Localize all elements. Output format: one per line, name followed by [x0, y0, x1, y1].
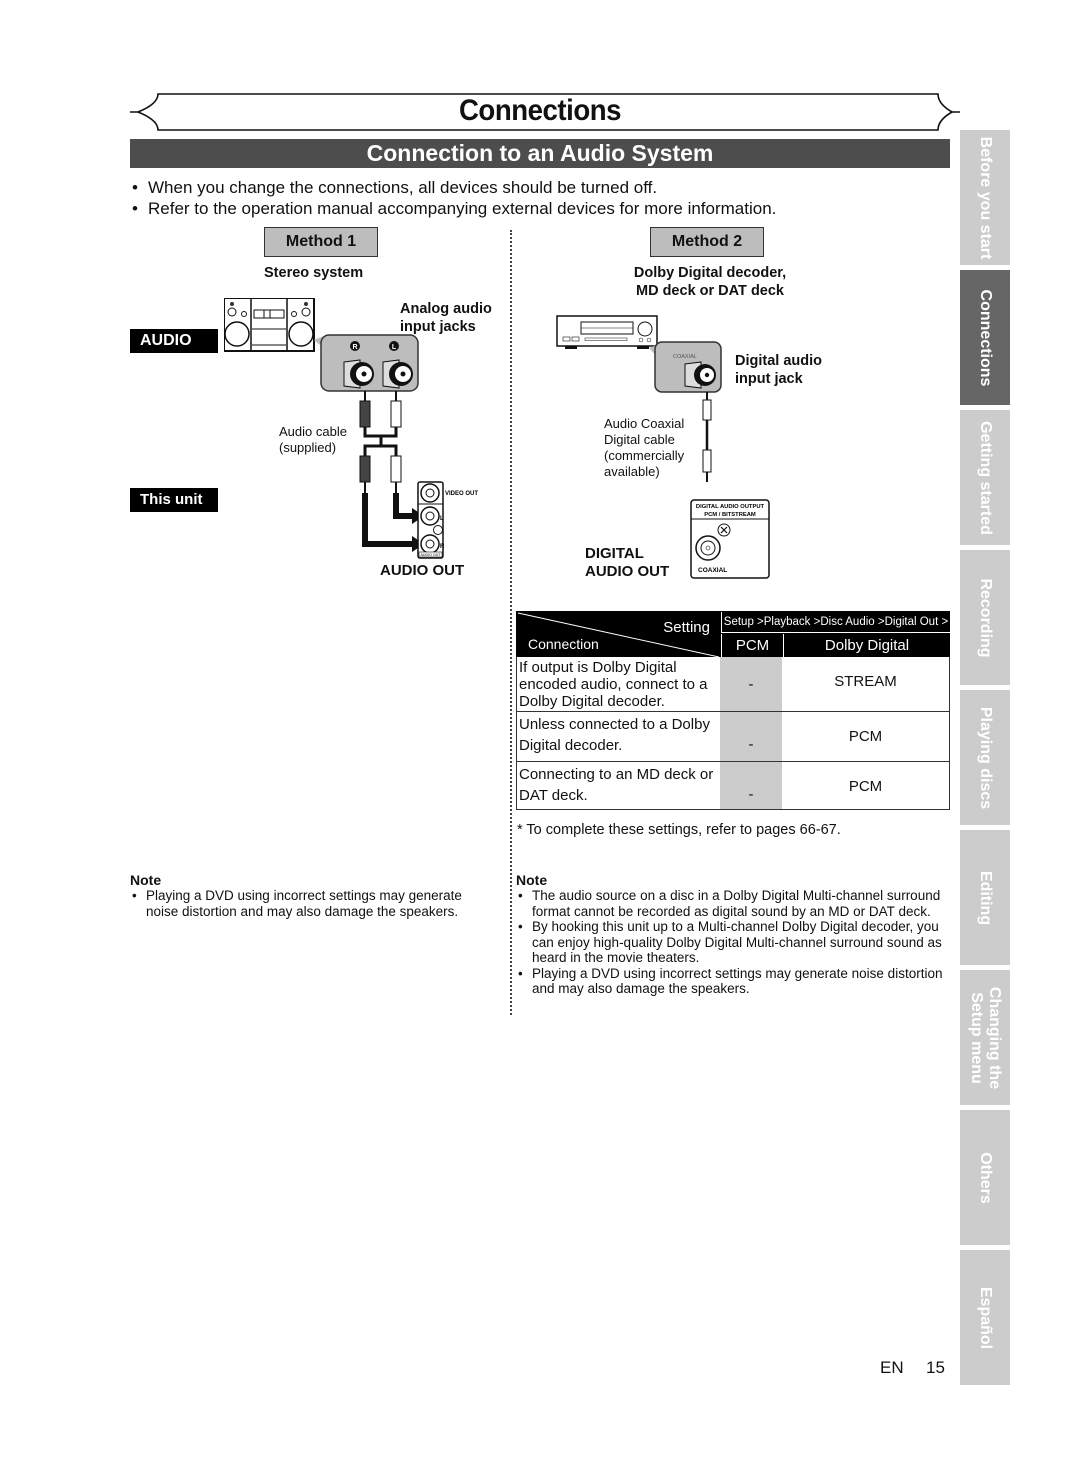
cell-dolby: STREAM	[834, 673, 897, 690]
coaxial-cable-icon	[702, 392, 712, 482]
section-title: Connection to an Audio System	[130, 139, 950, 168]
side-tab-label: Playing discs	[977, 706, 994, 809]
cell-connection: Unless connected to a Dolby Digital deco…	[519, 716, 710, 754]
intro-bullet: When you change the connections, all dev…	[130, 177, 776, 198]
side-tab-recording[interactable]: Recording	[960, 550, 1010, 685]
note-item: By hooking this unit up to a Multi-chann…	[516, 919, 948, 966]
cell-dolby: PCM	[848, 778, 883, 795]
digital-audio-out-line: AUDIO OUT	[585, 563, 670, 580]
column-header-pcm: PCM	[721, 634, 783, 657]
header-setting: Setting	[663, 619, 710, 636]
coaxial-cable-label-line: Audio Coaxial	[604, 416, 685, 431]
stereo-system-icon	[224, 298, 315, 352]
digital-jack-label-line: Digital audio	[735, 353, 822, 369]
method1-diagram: R L VIDEO OUT L R AUDIO OUT	[224, 298, 478, 559]
coaxial-cable-label-line: (commercially	[604, 448, 685, 463]
side-tab-changing-setup-menu[interactable]: Changing the Setup menu	[960, 970, 1010, 1105]
audio-out-label: AUDIO OUT	[380, 562, 465, 579]
audio-cable-icon	[359, 391, 424, 552]
note-left: Note Playing a DVD using incorrect setti…	[130, 872, 490, 919]
note-item: The audio source on a disc in a Dolby Di…	[516, 888, 948, 919]
method2-label: Method 2	[650, 227, 764, 257]
side-tab-label: Connections	[977, 289, 994, 386]
side-tab-editing[interactable]: Editing	[960, 830, 1010, 965]
audio-cable-label: Audio cable (supplied)	[279, 424, 347, 456]
side-tab-label: Getting started	[977, 420, 994, 535]
side-tab-playing-discs[interactable]: Playing discs	[960, 690, 1010, 825]
svg-text:R: R	[352, 344, 357, 351]
side-tab-label: Editing	[977, 870, 994, 925]
side-tab-label: Español	[977, 1286, 994, 1349]
side-tab-label: Others	[977, 1151, 994, 1204]
column-header-dolby-digital: Dolby Digital	[783, 634, 950, 657]
cell-connection: Connecting to an MD deck or DAT deck.	[519, 766, 714, 804]
table-row: If output is Dolby Digital encoded audio…	[516, 657, 950, 712]
panel-l-tag: L	[440, 516, 444, 522]
intro-bullets: When you change the connections, all dev…	[130, 177, 776, 219]
language-code: EN	[880, 1358, 904, 1377]
panel-audio-out-tag: AUDIO OUT	[421, 553, 442, 557]
coaxial-cable-label-line: Digital cable	[604, 432, 675, 447]
menu-path: Setup >Playback >Disc Audio >Digital Out…	[721, 612, 950, 633]
digital-jack-label-line: input jack	[735, 371, 803, 387]
table-row: Unless connected to a Dolby Digital deco…	[516, 712, 950, 762]
method1-device-name: Stereo system	[264, 265, 364, 281]
panel-title-line: PCM / BITSTREAM	[704, 512, 756, 518]
note-item: Playing a DVD using incorrect settings m…	[130, 888, 490, 919]
note-item: Playing a DVD using incorrect settings m…	[516, 966, 948, 997]
this-unit-tag: This unit	[130, 488, 218, 512]
side-tab-label: Before you start	[977, 136, 994, 259]
audio-cable-label-line: (supplied)	[279, 440, 337, 455]
svg-text:L: L	[392, 344, 397, 351]
cell-dolby: PCM	[848, 728, 883, 745]
analog-jacks-label-line: Analog audio	[400, 301, 492, 317]
page-number: 15	[926, 1358, 945, 1377]
side-tab-others[interactable]: Others	[960, 1110, 1010, 1245]
audio-device-tag: AUDIO	[130, 329, 218, 353]
digital-jack-label: Digital audio input jack	[735, 352, 822, 388]
table-row: Connecting to an MD deck or DAT deck. - …	[516, 762, 950, 810]
digital-audio-out-label: DIGITAL AUDIO OUT	[585, 545, 669, 581]
cell-pcm: -	[720, 712, 782, 761]
page-banner-title: Connections	[458, 94, 622, 127]
analog-jacks-label-line: input jacks	[400, 319, 476, 335]
side-tab-label: Changing the Setup menu	[968, 986, 1003, 1089]
table-header: Setting Connection Setup >Playback >Disc…	[516, 611, 950, 657]
analog-jacks-label: Analog audio input jacks	[400, 300, 492, 336]
method2-device-line: MD deck or DAT deck	[636, 283, 784, 299]
digital-audio-out-line: DIGITAL	[585, 545, 644, 562]
header-connection: Connection	[528, 636, 599, 652]
side-tab-label: Recording	[977, 577, 994, 658]
coaxial-cable-label: Audio Coaxial Digital cable (commerciall…	[604, 416, 684, 480]
cell-connection: If output is Dolby Digital encoded audio…	[519, 659, 708, 710]
intro-bullet: Refer to the operation manual accompanyi…	[130, 198, 776, 219]
note-title: Note	[130, 872, 162, 888]
coaxial-jack-tag: COAXIAL	[673, 354, 697, 360]
method2-device-line: Dolby Digital decoder,	[633, 265, 787, 281]
video-out-tag: VIDEO OUT	[445, 491, 478, 497]
side-tab-getting-started[interactable]: Getting started	[960, 410, 1010, 545]
panel-coaxial-tag: COAXIAL	[698, 567, 727, 574]
table-footnote: * To complete these settings, refer to p…	[517, 822, 841, 838]
note-title: Note	[516, 872, 548, 888]
av-receiver-icon	[556, 315, 658, 349]
method1-label: Method 1	[264, 227, 378, 257]
panel-title-line: DIGITAL AUDIO OUTPUT	[696, 504, 765, 510]
note-right: Note The audio source on a disc in a Dol…	[516, 872, 948, 997]
audio-cable-label-line: Audio cable	[279, 424, 347, 439]
panel-r-tag: R	[440, 544, 445, 550]
side-tab-connections[interactable]: Connections	[960, 270, 1010, 405]
method2-device-name: Dolby Digital decoder, MD deck or DAT de…	[580, 264, 840, 300]
digital-out-settings-table: Setting Connection Setup >Playback >Disc…	[516, 611, 950, 810]
coaxial-cable-label-line: available)	[604, 464, 660, 479]
cell-pcm: -	[720, 657, 782, 711]
cell-pcm: -	[720, 762, 782, 809]
side-tab-espanol[interactable]: Español	[960, 1250, 1010, 1385]
side-tab-before-you-start[interactable]: Before you start	[960, 130, 1010, 265]
